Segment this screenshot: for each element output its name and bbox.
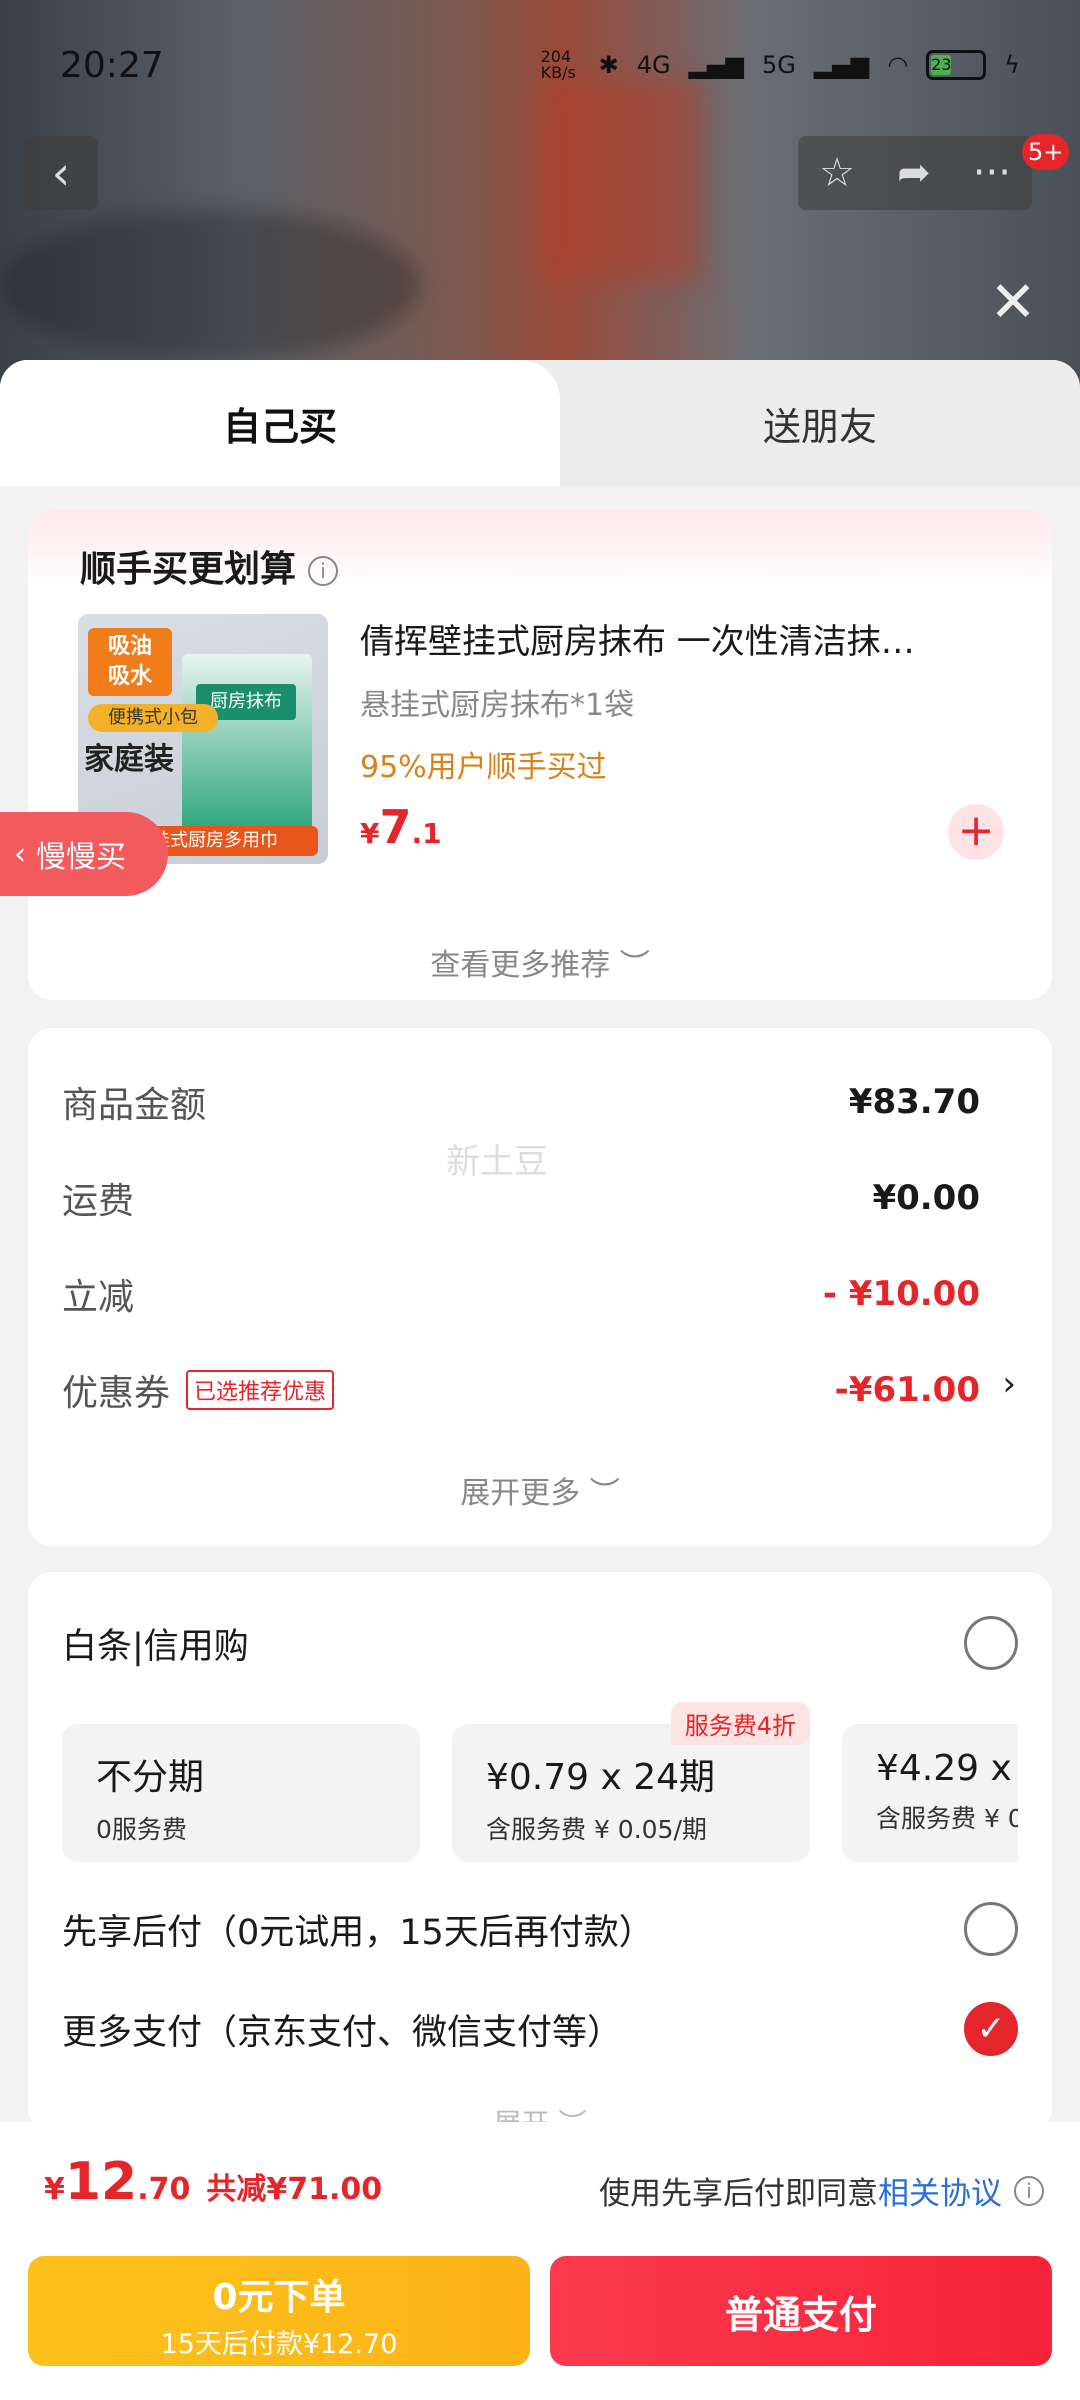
bluetooth-icon: ✱	[598, 51, 619, 79]
tab-self[interactable]: 自己买	[0, 360, 560, 486]
price-int: 7	[379, 800, 412, 854]
background-blob	[540, 80, 700, 280]
amount-card: 新土豆 商品金额 ¥83.70 运费 ¥0.00 立减 - ¥10.00 优惠券…	[28, 1028, 1052, 1546]
row-label: 立减	[62, 1277, 135, 1318]
total-price: ¥12.70 共减¥71.00	[44, 2152, 382, 2212]
add-button[interactable]: +	[948, 804, 1004, 860]
price-symbol: ¥	[360, 817, 380, 850]
payment-card: 白条|信用购 不分期 0服务费 服务费4折 ¥0.79 x 24期 含服务费 ¥…	[28, 1572, 1052, 2140]
zero-order-button[interactable]: 0元下单 15天后付款¥12.70	[28, 2256, 530, 2366]
addon-title-text: 顺手买更划算	[80, 549, 297, 590]
status-icons: 204 KB/s ✱ 4G ▂▄▆ 5G ▂▄▆ ◠ 23 ϟ	[541, 49, 1020, 81]
plan-main: 不分期	[96, 1757, 205, 1798]
pay-option-later[interactable]: 先享后付（0元试用，15天后再付款）	[62, 1902, 1018, 1956]
see-more-link[interactable]: 查看更多推荐 ︶	[28, 940, 1052, 984]
row-label: 运费	[62, 1181, 135, 1222]
pay-option-label: 更多支付（京东支付、微信支付等）	[62, 2012, 623, 2053]
chevron-left-icon: ‹	[14, 836, 26, 872]
row-discount: 立减 - ¥10.00	[62, 1268, 980, 1320]
pay-option-label: 先享后付（0元试用，15天后再付款）	[62, 1912, 654, 1953]
product-spec: 悬挂式厨房抹布*1袋	[360, 688, 635, 723]
star-icon[interactable]: ☆	[819, 150, 855, 196]
net-speed: 204 KB/s	[540, 47, 576, 82]
checkout-sheet: 自己买 送朋友 顺手买更划算 i 吸油 吸水 厨房抹布 便携式小包 家庭装 悬挂式…	[0, 360, 1080, 2400]
price-dec: .1	[411, 817, 442, 850]
tab-friend[interactable]: 送朋友	[560, 360, 1080, 486]
normal-pay-button[interactable]: 普通支付	[550, 2256, 1052, 2366]
row-value: ¥83.70	[848, 1082, 980, 1122]
row-label: 商品金额	[62, 1085, 207, 1126]
plan-sub: 含服务费 ¥ 0	[876, 1804, 1018, 1833]
plan-sub: 含服务费 ¥ 0.05/期	[486, 1815, 707, 1844]
expand-more-link[interactable]: 展开更多 ︶	[28, 1468, 1052, 1512]
nav-tools: ☆ ➦ ···	[798, 136, 1032, 210]
status-time: 20:27	[60, 44, 164, 86]
image-tag2: 便携式小包	[88, 704, 218, 732]
image-package	[182, 654, 312, 834]
zero-order-label: 0元下单	[212, 2277, 346, 2318]
row-value: ¥0.00	[872, 1178, 980, 1218]
net2-label: 5G	[761, 51, 796, 79]
plan-card[interactable]: 不分期 0服务费	[62, 1724, 420, 1862]
more-icon[interactable]: ···	[973, 150, 1011, 196]
total-symbol: ¥	[44, 2172, 65, 2207]
chevron-left-icon: ‹	[51, 146, 71, 200]
row-value: - ¥10.00	[822, 1274, 980, 1314]
slow-buy-button[interactable]: ‹ 慢慢买	[0, 812, 168, 896]
image-home-label: 家庭装	[84, 742, 174, 777]
close-icon[interactable]: ✕	[988, 275, 1038, 331]
share-icon[interactable]: ➦	[897, 150, 931, 196]
row-label: 优惠券	[62, 1373, 171, 1414]
plan-card[interactable]: 服务费4折 ¥0.79 x 24期 含服务费 ¥ 0.05/期	[452, 1702, 810, 1862]
check-icon[interactable]: ✓	[964, 2002, 1018, 2056]
plan-main: ¥0.79 x 24期	[486, 1757, 716, 1798]
total-int: 12	[64, 2152, 138, 2212]
info-icon[interactable]: i	[308, 556, 339, 586]
radio-button[interactable]	[964, 1902, 1018, 1956]
pay-option-more[interactable]: 更多支付（京东支付、微信支付等） ✓	[62, 2002, 1018, 2056]
row-coupon[interactable]: 优惠券 已选推荐优惠 -¥61.00	[62, 1364, 980, 1416]
bottom-bar: ¥12.70 共减¥71.00 使用先享后付即同意 相关协议 i 0元下单 15天后付…	[0, 2122, 1080, 2400]
net1-label: 4G	[636, 51, 671, 79]
row-goods-amount: 商品金额 ¥83.70	[62, 1076, 980, 1128]
signal-icon: ▂▄▆	[813, 51, 870, 79]
total-dec: .70	[137, 2172, 191, 2207]
wifi-icon: ◠	[887, 51, 909, 79]
image-tag: 吸油 吸水	[88, 628, 172, 696]
product-name[interactable]: 倩挥壁挂式厨房抹布 一次性清洁抹…	[360, 614, 1010, 663]
product-price: ¥7.1	[360, 800, 442, 854]
plan-card[interactable]: ¥4.29 x 含服务费 ¥ 0	[842, 1724, 1018, 1862]
message-badge: 5+	[1022, 134, 1070, 170]
charging-icon: ϟ	[1004, 51, 1020, 79]
addon-card: 顺手买更划算 i 吸油 吸水 厨房抹布 便携式小包 家庭装 悬挂式厨房多用巾 倩挥…	[28, 510, 1052, 1000]
battery-level: 23	[931, 55, 952, 75]
agreement-text: 使用先享后付即同意 相关协议 i	[599, 2168, 1044, 2213]
plan-badge: 服务费4折	[670, 1702, 810, 1745]
agreement-link[interactable]: 相关协议	[878, 2168, 1002, 2213]
zero-order-sub: 15天后付款¥12.70	[160, 2329, 398, 2360]
plan-sub: 0服务费	[96, 1815, 187, 1844]
coupon-tag: 已选推荐优惠	[186, 1370, 335, 1410]
agree-text: 使用先享后付即同意	[599, 2176, 878, 2212]
signal-icon: ▂▄▆	[688, 51, 744, 79]
back-button[interactable]: ‹	[24, 136, 98, 210]
info-icon[interactable]: i	[1014, 2175, 1044, 2206]
total-saved: 共减¥71.00	[206, 2172, 383, 2207]
battery-icon: 23	[926, 50, 987, 80]
addon-title: 顺手买更划算 i	[80, 540, 339, 592]
row-value: -¥61.00	[834, 1370, 980, 1410]
purchase-tabs: 自己买 送朋友	[0, 360, 1080, 486]
slow-buy-label: 慢慢买	[36, 840, 126, 875]
plan-main: ¥4.29 x	[876, 1748, 1012, 1789]
background-blob	[0, 210, 420, 360]
status-bar: 20:27 204 KB/s ✱ 4G ▂▄▆ 5G ▂▄▆ ◠ 23 ϟ	[0, 30, 1080, 100]
product-users: 95%用户顺手买过	[360, 750, 607, 785]
chevron-right-icon[interactable]: ›	[1002, 1364, 1016, 1404]
row-shipping: 运费 ¥0.00	[62, 1172, 980, 1224]
